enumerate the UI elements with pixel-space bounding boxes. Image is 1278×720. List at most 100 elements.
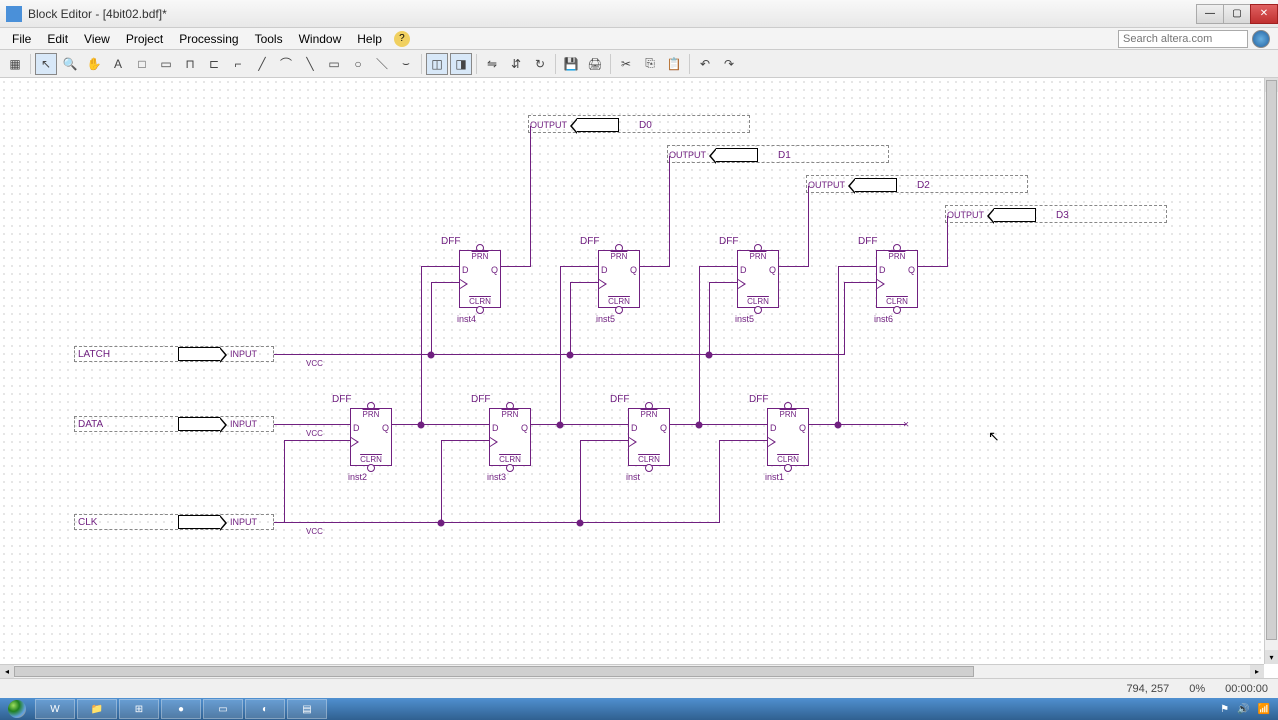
menu-file[interactable]: File <box>4 30 39 48</box>
tool-copy[interactable]: ⎘ <box>639 53 661 75</box>
tool-partial[interactable]: ◨ <box>450 53 472 75</box>
wire[interactable] <box>560 266 561 425</box>
tool-select[interactable]: ↖ <box>35 53 57 75</box>
wire[interactable] <box>709 282 710 355</box>
wire[interactable] <box>918 266 947 267</box>
tool-block[interactable]: ▭ <box>155 53 177 75</box>
dff-inst6[interactable]: DFF PRN D Q CLRN inst6 <box>876 250 918 308</box>
globe-icon[interactable] <box>1252 30 1270 48</box>
output-pin-d2[interactable]: OUTPUT D2 <box>808 178 967 192</box>
horizontal-scrollbar[interactable]: ◂ ▸ <box>0 664 1264 678</box>
tool-bus[interactable]: ⊏ <box>203 53 225 75</box>
tool-redo[interactable]: ↷ <box>718 53 740 75</box>
tool-save[interactable]: 💾 <box>560 53 582 75</box>
tool-hand[interactable]: ✋ <box>83 53 105 75</box>
wire[interactable] <box>284 440 350 441</box>
dff-inst5b[interactable]: DFF PRN D Q CLRN inst5 <box>737 250 779 308</box>
tool-rotate[interactable]: ↻ <box>529 53 551 75</box>
search-input[interactable] <box>1118 30 1248 48</box>
dff-inst5a[interactable]: DFF PRN D Q CLRN inst5 <box>598 250 640 308</box>
wire[interactable] <box>421 266 459 267</box>
wire[interactable] <box>670 424 767 425</box>
tool-rubber[interactable]: ◫ <box>426 53 448 75</box>
tool-arc2[interactable]: ⌣ <box>395 53 417 75</box>
taskbar-item[interactable]: 📁 <box>77 699 117 719</box>
wire[interactable] <box>669 156 670 267</box>
wire[interactable] <box>284 440 285 523</box>
scroll-down-arrow[interactable]: ▾ <box>1265 650 1278 664</box>
tool-line2[interactable]: ＼ <box>371 53 393 75</box>
tray-flag-icon[interactable]: ⚑ <box>1220 704 1229 715</box>
wire[interactable] <box>274 354 844 355</box>
wire[interactable] <box>392 424 489 425</box>
menu-processing[interactable]: Processing <box>171 30 246 48</box>
dff-inst4[interactable]: DFF PRN D Q CLRN inst4 <box>459 250 501 308</box>
wire[interactable] <box>719 440 767 441</box>
wire[interactable] <box>274 424 350 425</box>
tray-network-icon[interactable]: 📶 <box>1258 704 1270 715</box>
tool-symbol[interactable]: □ <box>131 53 153 75</box>
taskbar-item[interactable]: ◐ <box>245 699 285 719</box>
tool-new[interactable]: ▦ <box>4 53 26 75</box>
wire[interactable] <box>274 522 284 523</box>
tool-line[interactable]: ╲ <box>299 53 321 75</box>
dff-inst1[interactable]: DFF PRN D Q CLRN inst1 <box>767 408 809 466</box>
input-pin-latch[interactable]: LATCH INPUT VCC <box>78 347 257 361</box>
taskbar-item[interactable]: ● <box>161 699 201 719</box>
schematic-canvas[interactable]: LATCH INPUT VCC DATA INPUT VCC CLK INPUT… <box>0 78 1264 664</box>
scroll-thumb[interactable] <box>14 666 974 677</box>
tool-rect[interactable]: ▭ <box>323 53 345 75</box>
wire[interactable] <box>838 266 876 267</box>
wire[interactable] <box>844 282 845 355</box>
wire[interactable] <box>560 266 598 267</box>
wire[interactable] <box>431 282 459 283</box>
wire[interactable] <box>838 266 839 425</box>
tool-fliph[interactable]: ⇋ <box>481 53 503 75</box>
wire[interactable] <box>808 186 809 267</box>
menu-tools[interactable]: Tools <box>247 30 291 48</box>
tool-print[interactable]: 🖨 <box>584 53 606 75</box>
menu-edit[interactable]: Edit <box>39 30 76 48</box>
dff-inst2[interactable]: DFF PRN D Q CLRN inst2 <box>350 408 392 466</box>
input-pin-data[interactable]: DATA INPUT VCC <box>78 417 257 431</box>
wire[interactable] <box>441 440 442 523</box>
tool-zoom[interactable]: 🔍 <box>59 53 81 75</box>
scroll-right-arrow[interactable]: ▸ <box>1250 665 1264 678</box>
wire[interactable] <box>580 440 628 441</box>
taskbar-item[interactable]: ⊞ <box>119 699 159 719</box>
wire[interactable] <box>719 440 720 523</box>
wire[interactable] <box>947 216 948 267</box>
wire[interactable] <box>530 126 531 267</box>
taskbar-item[interactable]: ▭ <box>203 699 243 719</box>
scroll-thumb[interactable] <box>1266 80 1277 640</box>
wire[interactable] <box>580 440 581 523</box>
scroll-left-arrow[interactable]: ◂ <box>0 665 14 678</box>
menu-project[interactable]: Project <box>118 30 171 48</box>
wire[interactable] <box>844 282 876 283</box>
input-pin-clk[interactable]: CLK INPUT VCC <box>78 515 257 529</box>
tool-arc[interactable]: ⌒ <box>275 53 297 75</box>
menu-help[interactable]: Help <box>349 30 390 48</box>
output-pin-d0[interactable]: OUTPUT D0 <box>530 118 689 132</box>
tool-flipv[interactable]: ⇵ <box>505 53 527 75</box>
dff-inst3[interactable]: DFF PRN D Q CLRN inst3 <box>489 408 531 466</box>
wire[interactable] <box>421 266 422 425</box>
tool-paste[interactable]: 📋 <box>663 53 685 75</box>
wire[interactable] <box>809 424 906 425</box>
wire[interactable] <box>709 282 737 283</box>
tray-volume-icon[interactable]: 🔊 <box>1237 704 1249 715</box>
tool-oval[interactable]: ○ <box>347 53 369 75</box>
output-pin-d3[interactable]: OUTPUT D3 <box>947 208 1106 222</box>
wire[interactable] <box>570 282 598 283</box>
minimize-button[interactable]: — <box>1196 4 1224 24</box>
wire[interactable] <box>431 282 432 355</box>
taskbar-item[interactable]: W <box>35 699 75 719</box>
tool-cut[interactable]: ✂ <box>615 53 637 75</box>
wire[interactable] <box>699 266 737 267</box>
wire[interactable] <box>640 266 669 267</box>
tool-undo[interactable]: ↶ <box>694 53 716 75</box>
wire[interactable] <box>501 266 530 267</box>
start-button[interactable] <box>0 698 34 720</box>
menu-window[interactable]: Window <box>291 30 350 48</box>
maximize-button[interactable]: ▢ <box>1223 4 1251 24</box>
